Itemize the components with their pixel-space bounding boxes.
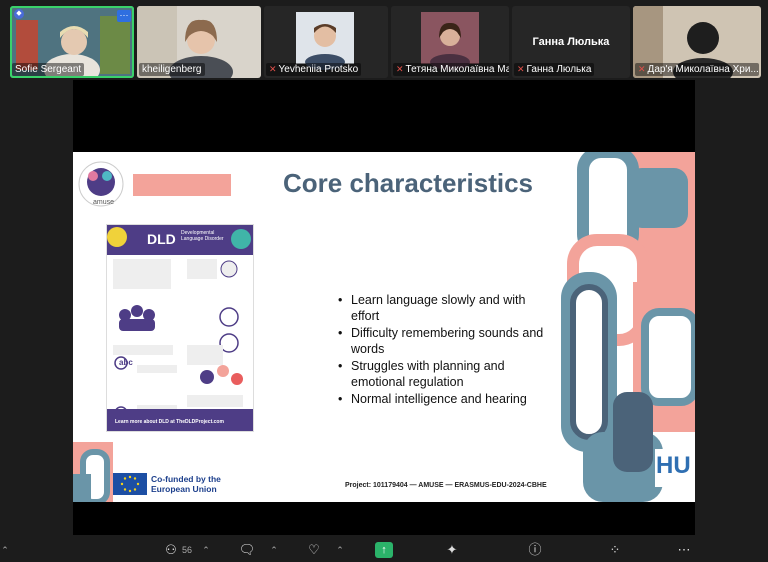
bullet-item: Struggles with planning and emotional re…	[335, 358, 545, 390]
meeting-toolbar: ⌃ ⚇ 56 ⌃ 🗨 ⌃ ♡ ⌃ ↑ ✦ ⓘ ⁘ ⋯	[0, 538, 768, 562]
participant-name-text: Yevheniia Protsko	[278, 64, 359, 75]
participant-name: ✕ Дар'я Миколаївна Хри...	[635, 63, 759, 76]
chat-icon[interactable]: 🗨	[236, 541, 258, 559]
reactions-icon[interactable]: ♡	[303, 541, 325, 559]
poster-footer: Learn more about DLD at TheDLDProject.co…	[107, 409, 253, 431]
participant-name: Sofie Sergeant	[12, 63, 85, 76]
bullet-item: Difficulty remembering sounds and words	[335, 325, 545, 357]
eu-flag-icon	[113, 473, 147, 495]
slide-title: Core characteristics	[283, 168, 534, 198]
poster-body-art	[113, 259, 243, 420]
chevron-up-icon[interactable]: ⌃	[0, 541, 10, 559]
muted-mic-icon: ✕	[396, 64, 404, 74]
muted-mic-icon: ✕	[517, 64, 525, 74]
participant-tile[interactable]: ✕ Yevheniia Protsko	[264, 6, 388, 78]
participant-tile[interactable]: ✕ Дар'я Миколаївна Хри...	[633, 6, 761, 78]
amuse-logo-text: amuse	[93, 199, 115, 206]
participant-strip: ◆ ··· Sofie Sergeant kheiligenberg ✕ Yevh…	[0, 0, 768, 80]
chevron-up-icon[interactable]: ⌃	[200, 541, 212, 559]
participant-tile[interactable]: Ганна Люлька ✕ Ганна Люлька	[512, 6, 630, 78]
participants-count: 56	[181, 545, 192, 555]
share-screen-icon[interactable]: ↑	[375, 542, 393, 558]
dld-poster: DLD Developmental Language Disorder abc …	[106, 224, 254, 432]
participant-name: ✕ Yevheniia Protsko	[266, 63, 362, 76]
bullet-list: Learn language slowly and with effort Di…	[335, 292, 545, 408]
participant-name: kheiligenberg	[139, 63, 205, 76]
bullet-item: Learn language slowly and with effort	[335, 292, 545, 324]
participant-name: ✕ Ганна Люлька	[514, 63, 595, 76]
muted-mic-icon: ✕	[269, 64, 277, 74]
participant-name: ✕ Тетяна Миколаївна Ма...	[393, 63, 509, 76]
participant-display-name: Ганна Люлька	[532, 36, 610, 48]
participants-icon[interactable]: ⚇	[160, 541, 182, 559]
chevron-up-icon[interactable]: ⌃	[334, 541, 346, 559]
poster-abc: abc	[119, 358, 133, 367]
project-footer: Project: 101179404 — AMUSE — ERASMUS-EDU…	[345, 482, 547, 489]
participant-name-text: Ганна Люлька	[526, 64, 592, 75]
participant-tile[interactable]: kheiligenberg	[137, 6, 261, 78]
apps-icon[interactable]: ⁘	[604, 541, 626, 559]
participant-tile[interactable]: ✕ Тетяна Миколаївна Ма...	[391, 6, 509, 78]
status-icon: ◆	[14, 9, 24, 19]
more-icon[interactable]: ⋯	[673, 541, 695, 559]
participant-name-text: Тетяна Миколаївна Ма...	[405, 64, 509, 75]
poster-footer-text: Learn more about DLD at TheDLDProject.co…	[115, 419, 224, 425]
university-logo-text: HU	[656, 452, 691, 479]
bullet-item: Normal intelligence and hearing	[335, 391, 545, 407]
poster-header-art	[107, 227, 251, 249]
chevron-up-icon[interactable]: ⌃	[268, 541, 280, 559]
cofunded-text: Co-funded by the European Union	[151, 474, 221, 494]
poster-subtitle: Developmental Language Disorder	[181, 230, 224, 242]
poster-header: DLD Developmental Language Disorder	[107, 225, 253, 255]
poster-title: DLD	[147, 231, 176, 247]
presentation-slide: amuse Core characteristics DLD Developme…	[73, 152, 695, 502]
participant-tile[interactable]: ◆ ··· Sofie Sergeant	[10, 6, 134, 78]
ai-companion-icon[interactable]: ✦	[441, 541, 463, 559]
muted-mic-icon: ✕	[638, 64, 646, 74]
participant-name-text: Дар'я Миколаївна Хри...	[647, 64, 759, 75]
info-icon[interactable]: ⓘ	[524, 541, 546, 559]
eu-stars	[120, 475, 140, 493]
tile-more-button[interactable]: ···	[117, 10, 131, 22]
